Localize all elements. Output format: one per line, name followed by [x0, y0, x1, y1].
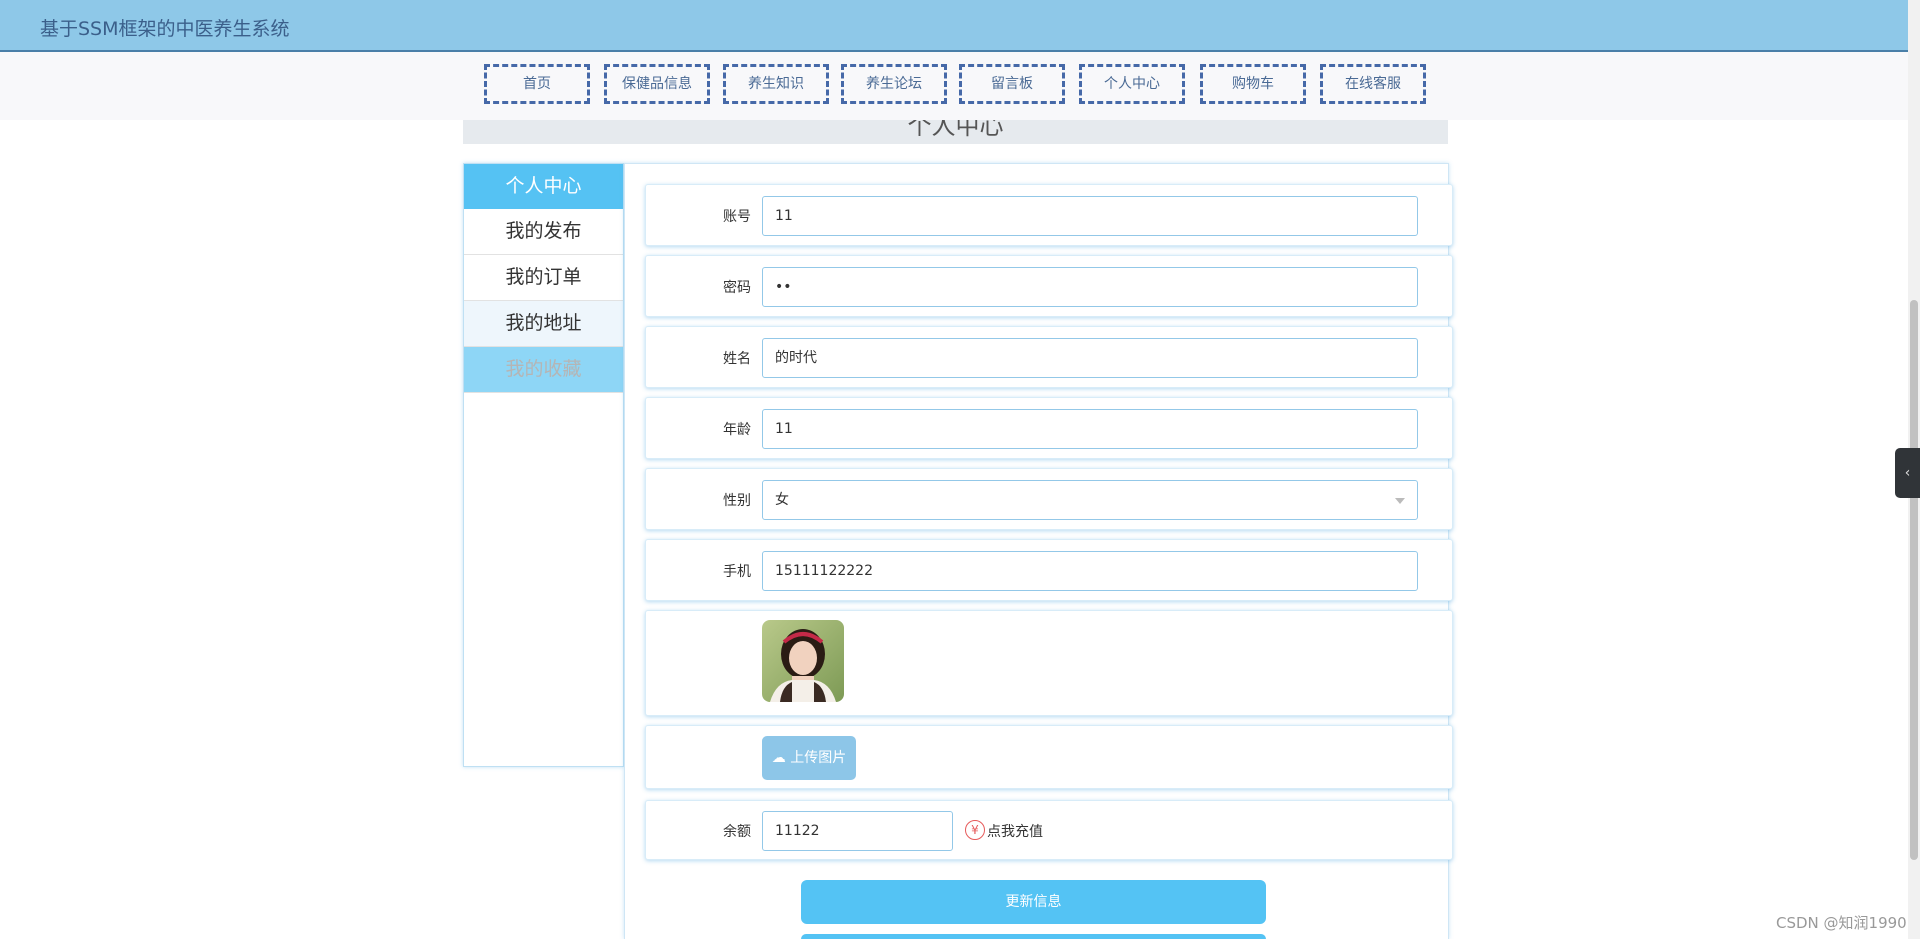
gender-select[interactable]: 女 [762, 480, 1418, 520]
profile-form-panel: 账号 11 密码 •• 姓名 的时代 年龄 11 性别 女 手机 1511112… [624, 163, 1453, 939]
sidebar-item-my-orders[interactable]: 我的订单 [464, 255, 623, 301]
watermark: CSDN @知润1990 [1776, 914, 1907, 932]
form-row-name: 姓名 的时代 [645, 326, 1453, 388]
account-label: 账号 [723, 209, 751, 225]
name-label: 姓名 [723, 351, 751, 367]
nav-home[interactable]: 首页 [484, 64, 590, 104]
main-nav: 首页 保健品信息 养生知识 养生论坛 留言板 个人中心 购物车 在线客服 [0, 52, 1908, 120]
sidebar-heading[interactable]: 个人中心 [464, 164, 623, 209]
avatar [762, 620, 844, 702]
form-row-age: 年龄 11 [645, 397, 1453, 459]
nav-cart[interactable]: 购物车 [1200, 64, 1306, 104]
page-title-bar: 个人中心 [463, 120, 1448, 144]
balance-input[interactable]: 11122 [762, 811, 953, 851]
recharge-link[interactable]: 点我充值 [987, 821, 1043, 841]
password-label: 密码 [723, 280, 751, 296]
upload-label: 上传图片 [790, 750, 847, 766]
avatar-image [762, 620, 844, 702]
name-input[interactable]: 的时代 [762, 338, 1418, 378]
gender-selected-value: 女 [775, 492, 789, 508]
site-title: 基于SSM框架的中医养生系统 [40, 18, 290, 40]
balance-label: 余额 [723, 824, 751, 840]
chevron-left-icon: ‹ [1904, 465, 1911, 481]
nav-health-knowledge[interactable]: 养生知识 [723, 64, 829, 104]
age-input[interactable]: 11 [762, 409, 1418, 449]
password-input[interactable]: •• [762, 267, 1418, 307]
age-label: 年龄 [723, 422, 751, 438]
phone-label: 手机 [723, 564, 751, 580]
form-row-password: 密码 •• [645, 255, 1453, 317]
account-input[interactable]: 11 [762, 196, 1418, 236]
sidebar-item-my-posts[interactable]: 我的发布 [464, 209, 623, 255]
update-info-button[interactable]: 更新信息 [801, 880, 1266, 924]
nav-message-board[interactable]: 留言板 [959, 64, 1065, 104]
sidebar-item-my-address[interactable]: 我的地址 [464, 301, 623, 347]
upload-image-button[interactable]: ☁ 上传图片 [762, 736, 856, 780]
sidebar-item-my-favorites[interactable]: 我的收藏 [464, 347, 623, 393]
nav-personal-center[interactable]: 个人中心 [1079, 64, 1185, 104]
form-row-avatar [645, 610, 1453, 716]
nav-health-products[interactable]: 保健品信息 [604, 64, 710, 104]
sidebar: 个人中心 我的发布 我的订单 我的地址 我的收藏 [463, 163, 624, 767]
nav-forum[interactable]: 养生论坛 [841, 64, 947, 104]
page-title: 个人中心 [907, 120, 1004, 140]
nav-online-service[interactable]: 在线客服 [1320, 64, 1426, 104]
cloud-upload-icon: ☁ [771, 750, 791, 766]
secondary-button[interactable] [801, 934, 1266, 939]
phone-input[interactable]: 15111122222 [762, 551, 1418, 591]
chevron-down-icon [1395, 498, 1405, 504]
collapse-panel-tab[interactable]: ‹ [1895, 448, 1920, 498]
gender-label: 性别 [723, 493, 751, 509]
form-row-upload: ☁ 上传图片 [645, 725, 1453, 789]
scrollbar-thumb[interactable] [1910, 300, 1918, 860]
form-row-balance: 余额 11122 ¥ 点我充值 [645, 800, 1453, 860]
yen-icon: ¥ [965, 820, 985, 840]
form-row-account: 账号 11 [645, 184, 1453, 246]
top-bar: 基于SSM框架的中医养生系统 [0, 0, 1908, 52]
form-row-gender: 性别 女 [645, 468, 1453, 530]
form-row-phone: 手机 15111122222 [645, 539, 1453, 601]
